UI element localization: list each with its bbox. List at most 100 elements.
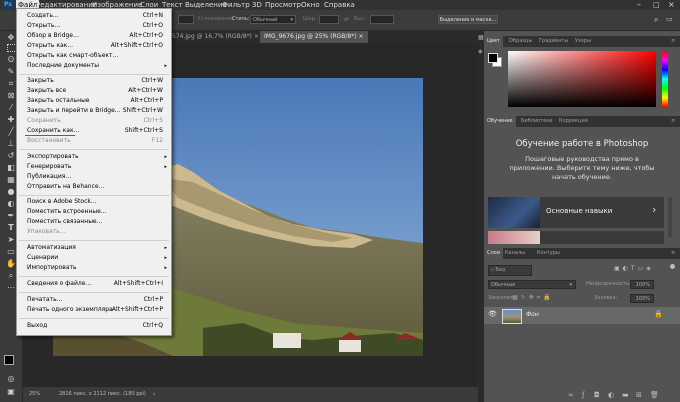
learn-card-next[interactable] xyxy=(488,231,664,244)
hue-slider[interactable] xyxy=(662,51,668,107)
mask-icon[interactable]: ◘ xyxy=(594,391,600,399)
tab-paths[interactable]: Контуры xyxy=(534,248,563,259)
foreground-color-chip[interactable] xyxy=(488,53,498,63)
close-icon[interactable]: × xyxy=(668,0,675,10)
fill-input[interactable]: 100% xyxy=(630,294,654,303)
maximize-icon[interactable]: □ xyxy=(653,0,660,10)
smoothing-checkbox[interactable]: Сглаживание xyxy=(198,14,234,25)
search-icon: ⌕ xyxy=(491,267,494,273)
menu-item-package[interactable]: Упаковать... xyxy=(17,227,171,237)
layer-row[interactable]: 👁 Фон 🔒 xyxy=(484,307,680,324)
submenu-arrow-icon: ▸ xyxy=(164,255,167,261)
menu-item-share-behance[interactable]: Отправить на Behance... xyxy=(17,182,171,192)
menu-item-new[interactable]: Создать... Ctrl+N xyxy=(17,11,171,21)
layer-name[interactable]: Фон xyxy=(526,311,539,318)
learn-scrollbar[interactable] xyxy=(668,197,672,237)
menu-item-close-all[interactable]: Закрыть все Alt+Ctrl+W xyxy=(17,86,171,96)
menu-3d[interactable]: 3D xyxy=(252,0,262,10)
menu-separator xyxy=(19,276,169,277)
menu-item-automate[interactable]: Автоматизация ▸ xyxy=(17,243,171,253)
trash-icon[interactable]: 🗑 xyxy=(650,391,659,399)
layer-filter-icons[interactable]: ▣◐T▭◈ xyxy=(614,265,654,272)
menu-item-open-as[interactable]: Открыть как... Alt+Shift+Ctrl+O xyxy=(17,41,171,51)
width-input[interactable] xyxy=(319,15,339,24)
menu-item-save-as[interactable]: Сохранить как... Shift+Ctrl+S xyxy=(17,126,171,136)
menu-item-scripts[interactable]: Сценарии ▸ xyxy=(17,253,171,263)
menu-separator xyxy=(19,149,169,150)
tab-channels[interactable]: Каналы xyxy=(502,248,528,259)
layer-filter-select[interactable]: ⌕ Вид xyxy=(488,265,532,276)
menu-item-close-others[interactable]: Закрыть остальные Alt+Ctrl+P xyxy=(17,96,171,106)
tab-adjustments[interactable]: Коррекция xyxy=(556,116,591,127)
tab-learn[interactable]: Обучение xyxy=(484,116,516,127)
minimize-icon[interactable]: – xyxy=(637,0,641,10)
lock-icons[interactable]: ▦✎✥⌗🔒 xyxy=(512,294,554,302)
new-layer-icon[interactable]: ⊞ xyxy=(636,391,642,399)
menu-item-print-one-copy[interactable]: Печать одного экземпляра Alt+Shift+Ctrl+P xyxy=(17,305,171,315)
visibility-eye-icon[interactable]: 👁 xyxy=(488,310,497,318)
status-arrow-icon[interactable]: › xyxy=(153,387,155,402)
menu-item-open[interactable]: Открыть... Ctrl+O xyxy=(17,21,171,31)
menu-item-share[interactable]: Публикация... xyxy=(17,172,171,182)
tab-close-icon[interactable]: × xyxy=(254,33,259,40)
select-and-mask-button[interactable]: Выделение и маска... xyxy=(438,15,498,24)
menu-item-generate[interactable]: Генерировать ▸ xyxy=(17,162,171,172)
menu-item-import[interactable]: Импортировать ▸ xyxy=(17,263,171,273)
menu-item-exit[interactable]: Выход Ctrl+Q xyxy=(17,321,171,331)
height-input[interactable] xyxy=(370,15,394,24)
tab-swatches[interactable]: Образцы xyxy=(506,36,535,47)
menu-item-place-embedded[interactable]: Поместить встроенные... xyxy=(17,207,171,217)
tab-document-574[interactable]: 574.jpg @ 16,7% (RGB/8*) × xyxy=(168,31,260,43)
menu-filter[interactable]: Фильтр xyxy=(222,0,250,10)
tab-gradients[interactable]: Градиенты xyxy=(536,36,571,47)
menu-item-revert[interactable]: Восстановить F12 xyxy=(17,136,171,146)
workspace-icon[interactable]: ▭ xyxy=(666,14,673,25)
filter-toggle-icon[interactable] xyxy=(670,264,675,269)
zoom-level[interactable]: 25% xyxy=(29,387,40,402)
opacity-input[interactable]: 100% xyxy=(630,280,654,289)
panel-menu-icon[interactable]: ≡ xyxy=(668,248,678,259)
color-field[interactable] xyxy=(508,51,656,107)
tab-document-img9676[interactable]: IMG_9676.jpg @ 25% (RGB/8*) × xyxy=(260,31,368,43)
menu-item-close-go-bridge[interactable]: Закрыть и перейти в Bridge... Shift+Ctrl+… xyxy=(17,106,171,116)
menu-item-export[interactable]: Экспортировать ▸ xyxy=(17,152,171,162)
menu-help[interactable]: Справка xyxy=(324,0,355,10)
swap-icon[interactable]: ⇄ xyxy=(344,14,349,25)
style-select[interactable]: Обычный ▾ xyxy=(250,15,296,24)
blend-mode-select[interactable]: Обычные ▾ xyxy=(488,280,576,289)
menu-item-save[interactable]: Сохранить Ctrl+S xyxy=(17,116,171,126)
menu-item-print[interactable]: Печатать... Ctrl+P xyxy=(17,295,171,305)
learn-description: Пошаговые руководства прямо в приложении… xyxy=(509,155,655,181)
menu-item-file-info[interactable]: Сведения о файле... Alt+Shift+Ctrl+I xyxy=(17,279,171,289)
menu-item-browse-bridge[interactable]: Обзор в Bridge... Alt+Ctrl+O xyxy=(17,31,171,41)
properties-panel-icon[interactable]: ◈ xyxy=(478,48,483,55)
learn-card-label: Основные навыки xyxy=(546,207,613,215)
menu-item-open-smart-object[interactable]: Открыть как смарт-объект... xyxy=(17,51,171,61)
screen-mode-icon[interactable]: ▣ xyxy=(5,387,17,396)
learn-card-basics[interactable]: Основные навыки › xyxy=(488,197,664,228)
link-layers-icon[interactable]: ∞ xyxy=(568,391,574,399)
tab-patterns[interactable]: Узоры xyxy=(572,36,594,47)
tab-color[interactable]: Цвет xyxy=(484,36,503,47)
menu-item-recent-files[interactable]: Последние документы ▸ xyxy=(17,61,171,71)
tab-close-icon[interactable]: × xyxy=(359,33,364,40)
menu-item-place-linked[interactable]: Поместить связанные... xyxy=(17,217,171,227)
menu-item-close[interactable]: Закрыть Ctrl+W xyxy=(17,76,171,86)
group-icon[interactable]: ▬ xyxy=(622,391,629,399)
history-panel-icon[interactable]: ▦ xyxy=(478,34,484,41)
search-icon[interactable]: ⌕ xyxy=(654,14,658,25)
foreground-color-swatch[interactable] xyxy=(4,355,14,365)
tab-libraries[interactable]: Библиотеки xyxy=(518,116,556,127)
tab-layers[interactable]: Слои xyxy=(484,248,503,259)
menu-view[interactable]: Просмотр xyxy=(265,0,301,10)
menu-select[interactable]: Выделение xyxy=(185,0,227,10)
adjustment-layer-icon[interactable]: ◐ xyxy=(608,391,614,399)
feather-input[interactable] xyxy=(178,15,194,24)
menu-item-search-adobe-stock[interactable]: Поиск в Adobe Stock... xyxy=(17,197,171,207)
quick-mask-icon[interactable]: ◎ xyxy=(5,374,17,383)
panel-menu-icon[interactable]: ≡ xyxy=(668,116,678,127)
panel-menu-icon[interactable]: ≡ xyxy=(668,36,678,47)
menu-separator xyxy=(19,292,169,293)
fx-icon[interactable]: ƒ xyxy=(582,391,584,399)
menu-window[interactable]: Окно xyxy=(301,0,320,10)
